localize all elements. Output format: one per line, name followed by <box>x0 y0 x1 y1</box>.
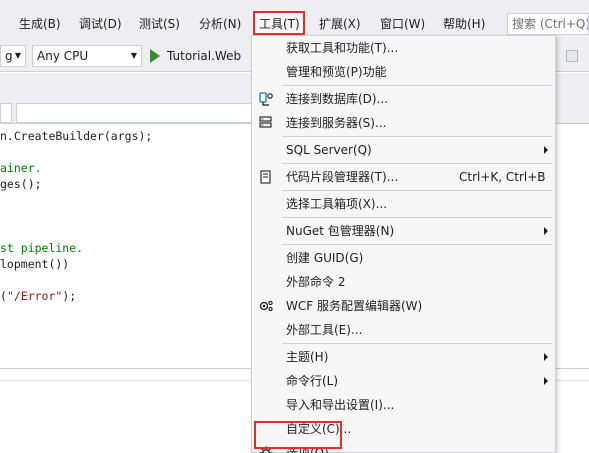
tools-dropdown-menu: 获取工具和功能(T)... 管理和预览(P)功能 连接到数据库(D)... 连接到服务… <box>251 35 556 453</box>
search-input[interactable]: 搜索 (Ctrl+Q) <box>507 13 589 35</box>
menu-tools[interactable]: 工具(T) <box>254 11 305 37</box>
type-combo[interactable] <box>16 103 266 123</box>
menu-extensions[interactable]: 扩展(X) <box>319 11 361 37</box>
submenu-arrow-icon <box>544 353 548 361</box>
tools-menu-item[interactable]: 选项(O)... <box>252 441 555 453</box>
code-token: "/Error" <box>6 289 63 303</box>
menu-build[interactable]: 生成(B) <box>19 11 61 37</box>
gear-icon <box>258 445 274 453</box>
tools-menu-item[interactable]: 连接到服务器(S)... <box>252 111 555 135</box>
menu-item-label: 导入和导出设置(I)... <box>286 398 395 412</box>
tools-menu-item[interactable]: 命令行(L) <box>252 369 555 393</box>
menu-debug[interactable]: 调试(D) <box>79 11 122 37</box>
menu-help[interactable]: 帮助(H) <box>443 11 485 37</box>
menu-item-label: 命令行(L) <box>286 374 339 388</box>
menu-separator <box>282 85 552 86</box>
menu-item-label: 连接到数据库(D)... <box>286 92 389 106</box>
code-line: ainer. <box>0 160 42 176</box>
menu-item-label: 外部命令 2 <box>286 275 346 289</box>
menu-item-shortcut: Ctrl+K, Ctrl+B <box>459 170 546 184</box>
project-combo[interactable] <box>0 103 12 123</box>
run-target-label[interactable]: Tutorial.Web <box>167 45 241 67</box>
code-token: lopment()) <box>0 257 70 271</box>
code-token: ( <box>0 289 7 303</box>
menu-bar: 生成(B) 调试(D) 测试(S) 分析(N) 工具(T) 扩展(X) 窗口(W… <box>0 0 589 40</box>
menu-item-label: 连接到服务器(S)... <box>286 116 387 130</box>
tools-menu-item[interactable]: NuGet 包管理器(N) <box>252 219 555 243</box>
tools-menu-item[interactable]: 代码片段管理器(T)... Ctrl+K, Ctrl+B <box>252 165 555 189</box>
menu-item-label: WCF 服务配置编辑器(W) <box>286 299 423 313</box>
menu-item-label: 自定义(C)... <box>286 422 352 436</box>
menu-item-label: 主题(H) <box>286 350 329 364</box>
platform-combo[interactable]: Any CPU ▼ <box>32 45 142 67</box>
tools-menu-item[interactable]: 主题(H) <box>252 345 555 369</box>
menu-separator <box>282 217 552 218</box>
tools-menu-item[interactable]: 导入和导出设置(I)... <box>252 393 555 417</box>
menu-separator <box>282 343 552 344</box>
code-line: n.CreateBuilder(args); <box>0 128 152 144</box>
database-connect-icon <box>258 91 274 107</box>
play-icon[interactable] <box>150 49 160 63</box>
menu-separator <box>282 190 552 191</box>
snippet-icon <box>258 169 274 185</box>
tools-menu-item[interactable]: 自定义(C)... <box>252 417 555 441</box>
menu-item-label: SQL Server(Q) <box>286 143 372 157</box>
menu-item-label: 创建 GUID(G) <box>286 251 364 265</box>
code-line: ("/Error"); <box>0 288 76 304</box>
code-token: ); <box>62 289 77 303</box>
chevron-down-icon: ▼ <box>130 51 137 60</box>
code-line: ges(); <box>0 176 42 192</box>
tools-menu-item[interactable]: 外部工具(E)... <box>252 318 555 342</box>
tools-menu-item[interactable]: 创建 GUID(G) <box>252 246 555 270</box>
code-token: ainer. <box>0 161 42 175</box>
code-token: ges(); <box>0 177 42 191</box>
platform-value: Any CPU <box>37 49 89 63</box>
menu-item-label: NuGet 包管理器(N) <box>286 224 395 238</box>
menu-item-label: 代码片段管理器(T)... <box>286 170 399 184</box>
solution-config-combo[interactable]: g ▼ <box>0 45 26 67</box>
menu-test[interactable]: 测试(S) <box>139 11 180 37</box>
menu-item-label: 选项(O)... <box>286 446 341 453</box>
tools-menu-item[interactable]: 获取工具和功能(T)... <box>252 36 555 60</box>
tools-menu-item[interactable]: 连接到数据库(D)... <box>252 87 555 111</box>
menu-item-label: 管理和预览(P)功能 <box>286 65 387 79</box>
menu-item-label: 获取工具和功能(T)... <box>286 41 399 55</box>
code-token: n.CreateBuilder(args); <box>0 129 153 143</box>
code-line: lopment()) <box>0 256 69 272</box>
menu-item-label: 外部工具(E)... <box>286 323 363 337</box>
solution-config-value: g <box>5 49 13 63</box>
tools-menu-item[interactable]: 管理和预览(P)功能 <box>252 60 555 84</box>
menu-separator <box>282 163 552 164</box>
tools-menu-item[interactable]: 外部命令 2 <box>252 270 555 294</box>
toolbar-button-icon[interactable] <box>566 50 578 62</box>
submenu-arrow-icon <box>544 377 548 385</box>
menu-item-label: 选择工具箱项(X)... <box>286 197 388 211</box>
chevron-down-icon: ▼ <box>14 51 21 60</box>
code-line: st pipeline. <box>0 240 83 256</box>
tools-menu-item[interactable]: 选择工具箱项(X)... <box>252 192 555 216</box>
menu-analyze[interactable]: 分析(N) <box>199 11 241 37</box>
submenu-arrow-icon <box>544 146 548 154</box>
menu-window[interactable]: 窗口(W) <box>380 11 425 37</box>
wcf-config-icon <box>258 298 274 314</box>
code-token: st pipeline. <box>0 241 84 255</box>
tools-menu-item[interactable]: SQL Server(Q) <box>252 138 555 162</box>
menu-separator <box>282 244 552 245</box>
submenu-arrow-icon <box>544 227 548 235</box>
menu-separator <box>282 136 552 137</box>
server-connect-icon <box>258 115 274 131</box>
tools-menu-item[interactable]: WCF 服务配置编辑器(W) <box>252 294 555 318</box>
